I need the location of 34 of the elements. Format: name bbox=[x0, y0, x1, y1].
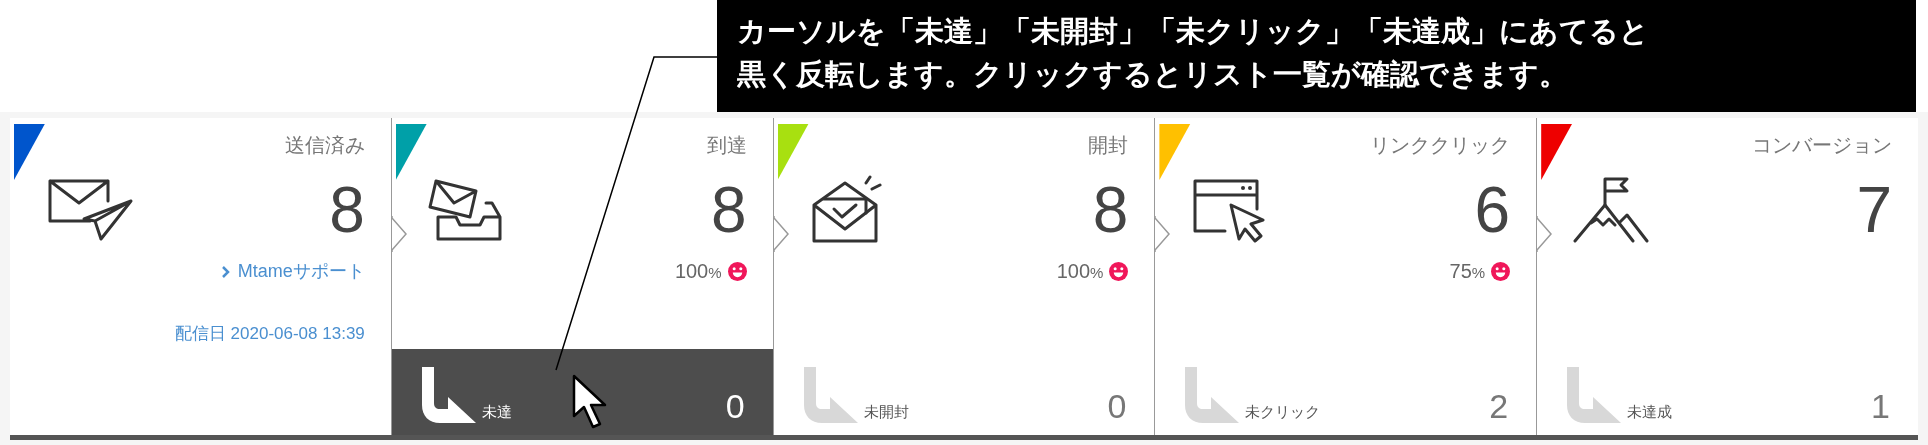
count-value: 6 bbox=[1474, 178, 1511, 242]
count-value: 8 bbox=[711, 178, 747, 242]
row-label: 未達 bbox=[481, 401, 512, 422]
mountain-flag-icon bbox=[1573, 175, 1650, 245]
card-title: 開封 bbox=[1088, 133, 1129, 158]
chevron-icon bbox=[220, 265, 230, 278]
card-title: 到達 bbox=[706, 133, 747, 158]
turn-arrow-icon bbox=[801, 367, 860, 423]
row-count: 1 bbox=[1871, 389, 1890, 423]
smiley-icon bbox=[1109, 261, 1129, 281]
row-count: 0 bbox=[725, 389, 745, 423]
count-value: 8 bbox=[1092, 178, 1129, 242]
delivery-date: 配信日 2020-06-08 13:39 bbox=[174, 323, 365, 345]
percentage: 100% bbox=[674, 259, 722, 284]
mouse-cursor-icon bbox=[572, 374, 608, 430]
row-count: 2 bbox=[1489, 389, 1509, 423]
count-value: 8 bbox=[329, 178, 365, 242]
row-label: 未達成 bbox=[1627, 401, 1673, 422]
percentage: 75% bbox=[1449, 259, 1486, 284]
card-title: リンククリック bbox=[1370, 133, 1511, 158]
turn-arrow-icon bbox=[419, 367, 478, 423]
envelope-tray-icon bbox=[427, 177, 504, 243]
unreached-row[interactable]: 未達 0 bbox=[391, 349, 773, 435]
smiley-icon bbox=[727, 261, 747, 281]
row-count: 0 bbox=[1107, 389, 1127, 423]
percentage: 100% bbox=[1056, 259, 1104, 284]
count-value: 7 bbox=[1856, 178, 1892, 242]
row-label: 未開封 bbox=[863, 401, 909, 422]
row-label: 未クリック bbox=[1245, 401, 1321, 422]
card-title: 送信済み bbox=[284, 133, 365, 158]
card-title: コンバージョン bbox=[1752, 133, 1892, 158]
smiley-icon bbox=[1491, 261, 1511, 281]
callout-text: カーソルを「未達」「未開封」「未クリック」「未達成」にあてると bbox=[737, 14, 1650, 49]
callout-text: 黒く反転します。クリックするとリスト一覧が確認できます。 bbox=[737, 57, 1569, 92]
